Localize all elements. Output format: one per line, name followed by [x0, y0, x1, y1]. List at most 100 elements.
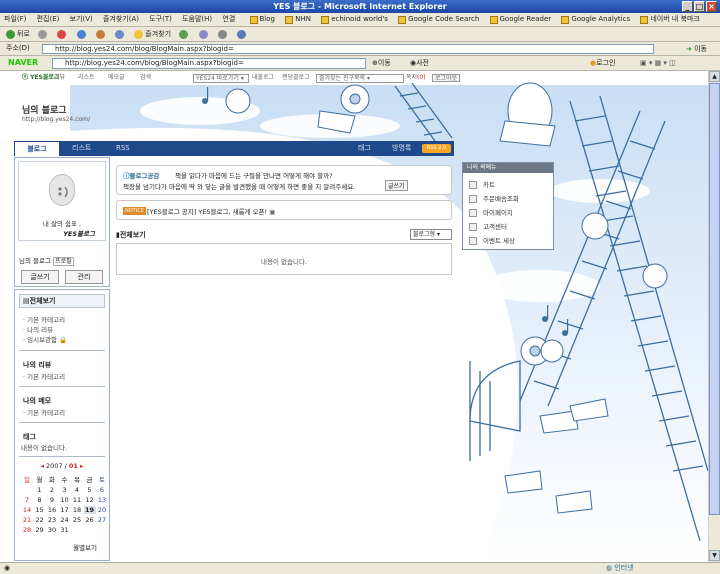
- manage-button[interactable]: 관리: [65, 270, 103, 284]
- message-link[interactable]: 쪽지(0): [406, 71, 426, 85]
- calendar-day[interactable]: 4: [71, 486, 83, 494]
- calendar-day[interactable]: 7: [21, 496, 33, 504]
- yes24-goto-select[interactable]: YES24 바로가기 ▾: [193, 74, 249, 83]
- quick-customer-center[interactable]: 고객센터: [469, 221, 507, 231]
- quick-events[interactable]: 이벤트 세상: [469, 235, 515, 245]
- calendar-prev-button[interactable]: ◂: [41, 462, 44, 470]
- calendar-day[interactable]: 11: [71, 496, 83, 504]
- calendar-day[interactable]: 12: [84, 496, 96, 504]
- empathy-label[interactable]: ⓘ블로그공감: [123, 170, 159, 180]
- menu-edit[interactable]: 편집(E): [37, 13, 60, 26]
- calendar-day[interactable]: 25: [71, 516, 83, 524]
- calendar-day[interactable]: 20: [96, 506, 108, 514]
- nav-review[interactable]: 리뷰: [54, 71, 65, 85]
- search-button[interactable]: [115, 27, 126, 41]
- menu-favorites[interactable]: 즐겨찾기(A): [103, 13, 139, 26]
- calendar-day[interactable]: 21: [21, 516, 33, 524]
- calendar-day[interactable]: 2: [46, 486, 58, 494]
- naver-tools-icon[interactable]: ▣ ▾ ▦ ▾ ◫: [640, 56, 676, 70]
- link-nhn[interactable]: NHN: [285, 13, 311, 26]
- profile-link[interactable]: 프로필: [53, 257, 74, 266]
- category-default[interactable]: · 기본 카테고리: [23, 314, 65, 324]
- link-google-code-search[interactable]: Google Code Search: [398, 13, 479, 26]
- calendar-day[interactable]: 23: [46, 516, 58, 524]
- my-review-header[interactable]: 나의 리뷰: [23, 360, 51, 370]
- calendar-day[interactable]: 26: [84, 516, 96, 524]
- calendar-day[interactable]: 13: [96, 496, 108, 504]
- calendar-day[interactable]: 29: [34, 526, 46, 534]
- calendar-day[interactable]: 27: [96, 516, 108, 524]
- calendar-day[interactable]: 15: [34, 506, 46, 514]
- tab-guestbook[interactable]: 방명록: [392, 141, 411, 156]
- stop-button[interactable]: [57, 27, 68, 41]
- scroll-up-button[interactable]: ▲: [709, 71, 720, 82]
- empathy-write-button[interactable]: 글쓰기: [385, 180, 408, 191]
- calendar-day[interactable]: 30: [46, 526, 58, 534]
- calendar-day[interactable]: 28: [21, 526, 33, 534]
- blog-url[interactable]: http://blog.yes24.com/: [22, 116, 90, 123]
- link-naver-bookmark[interactable]: 네이버 내 북마크: [640, 13, 700, 26]
- menu-help[interactable]: 도움말(H): [182, 13, 212, 26]
- quick-my-page[interactable]: 마이페이지: [469, 207, 513, 217]
- print-button[interactable]: [217, 27, 229, 41]
- nav-my-blog[interactable]: 내블로그: [252, 71, 274, 85]
- calendar-day[interactable]: 3: [59, 486, 71, 494]
- rss-badge[interactable]: RSS 2.0: [422, 144, 451, 153]
- calendar-day[interactable]: 5: [84, 486, 96, 494]
- quick-order-tracking[interactable]: 주문배송조회: [469, 193, 519, 203]
- calendar-day[interactable]: 17: [59, 506, 71, 514]
- review-category-default[interactable]: · 기본 카테고리: [23, 371, 65, 381]
- mail-button[interactable]: [198, 27, 210, 41]
- menu-view[interactable]: 보기(V): [70, 13, 93, 26]
- category-my-review[interactable]: · 나의 리뷰: [23, 324, 53, 334]
- calendar-day[interactable]: 8: [34, 496, 46, 504]
- menu-tools[interactable]: 도구(T): [149, 13, 172, 26]
- nav-random-blog[interactable]: 랜덤블로그: [282, 71, 310, 85]
- quick-cart[interactable]: 카트: [469, 179, 495, 189]
- category-drafts[interactable]: · 임시보관함 🔒: [23, 334, 67, 344]
- nav-memo[interactable]: 메모글: [108, 71, 125, 85]
- refresh-button[interactable]: [76, 27, 88, 41]
- nav-list[interactable]: 리스트: [78, 71, 95, 85]
- notice-text[interactable]: [YES블로그 공지] YES블로그, 새롭게 오픈! ▣: [147, 206, 275, 216]
- naver-logo[interactable]: NAVER: [8, 56, 38, 70]
- forward-button[interactable]: [38, 27, 49, 41]
- home-button[interactable]: [95, 27, 107, 41]
- calendar-day[interactable]: 18: [71, 506, 83, 514]
- calendar-day[interactable]: 16: [46, 506, 58, 514]
- calendar-day[interactable]: 22: [34, 516, 46, 524]
- link-google-reader[interactable]: Google Reader: [489, 13, 551, 26]
- scroll-down-button[interactable]: ▼: [709, 550, 720, 561]
- tab-rss[interactable]: RSS: [116, 141, 130, 156]
- scrollbar-thumb[interactable]: [709, 83, 720, 515]
- calendar-day[interactable]: 19: [83, 506, 96, 514]
- calendar-day[interactable]: 1: [34, 486, 46, 494]
- calendar-day[interactable]: 10: [59, 496, 71, 504]
- nav-search[interactable]: 검색: [140, 71, 151, 85]
- friends-select[interactable]: 즐겨찾는 친구목록 ▾: [316, 74, 404, 83]
- view-mode-select[interactable]: 블로그형 ▾: [410, 229, 452, 240]
- naver-search-input[interactable]: http://blog.yes24.com/blog/BlogMain.aspx…: [52, 58, 366, 69]
- history-button[interactable]: [179, 27, 190, 41]
- calendar-next-button[interactable]: ▸: [80, 462, 83, 470]
- close-button[interactable]: ×: [706, 1, 717, 12]
- calendar-day[interactable]: 31: [59, 526, 71, 534]
- all-view-header[interactable]: ▤전체보기: [19, 294, 105, 308]
- address-input[interactable]: http://blog.yes24.com/blog/BlogMain.aspx…: [42, 44, 654, 54]
- tab-list[interactable]: 리스트: [72, 141, 91, 156]
- menu-file[interactable]: 파일(F): [4, 13, 26, 26]
- minimize-button[interactable]: _: [682, 1, 693, 12]
- favorites-button[interactable]: 즐겨찾기: [134, 27, 171, 41]
- logout-button[interactable]: 로그아웃: [432, 74, 461, 82]
- maximize-button[interactable]: □: [694, 1, 705, 12]
- memo-category-default[interactable]: · 기본 카테고리: [23, 407, 65, 417]
- address-go-button[interactable]: ➜ 이동: [686, 43, 707, 55]
- tab-blog[interactable]: 블로그: [14, 141, 60, 156]
- vertical-scrollbar[interactable]: ▲ ▼: [708, 71, 720, 562]
- my-memo-header[interactable]: 나의 메모: [23, 396, 51, 406]
- back-button[interactable]: 뒤로: [6, 27, 30, 41]
- edit-button[interactable]: [237, 27, 248, 41]
- naver-go-button[interactable]: ⊕이동: [372, 56, 391, 70]
- calendar-day[interactable]: 9: [46, 496, 58, 504]
- calendar-day[interactable]: 14: [21, 506, 33, 514]
